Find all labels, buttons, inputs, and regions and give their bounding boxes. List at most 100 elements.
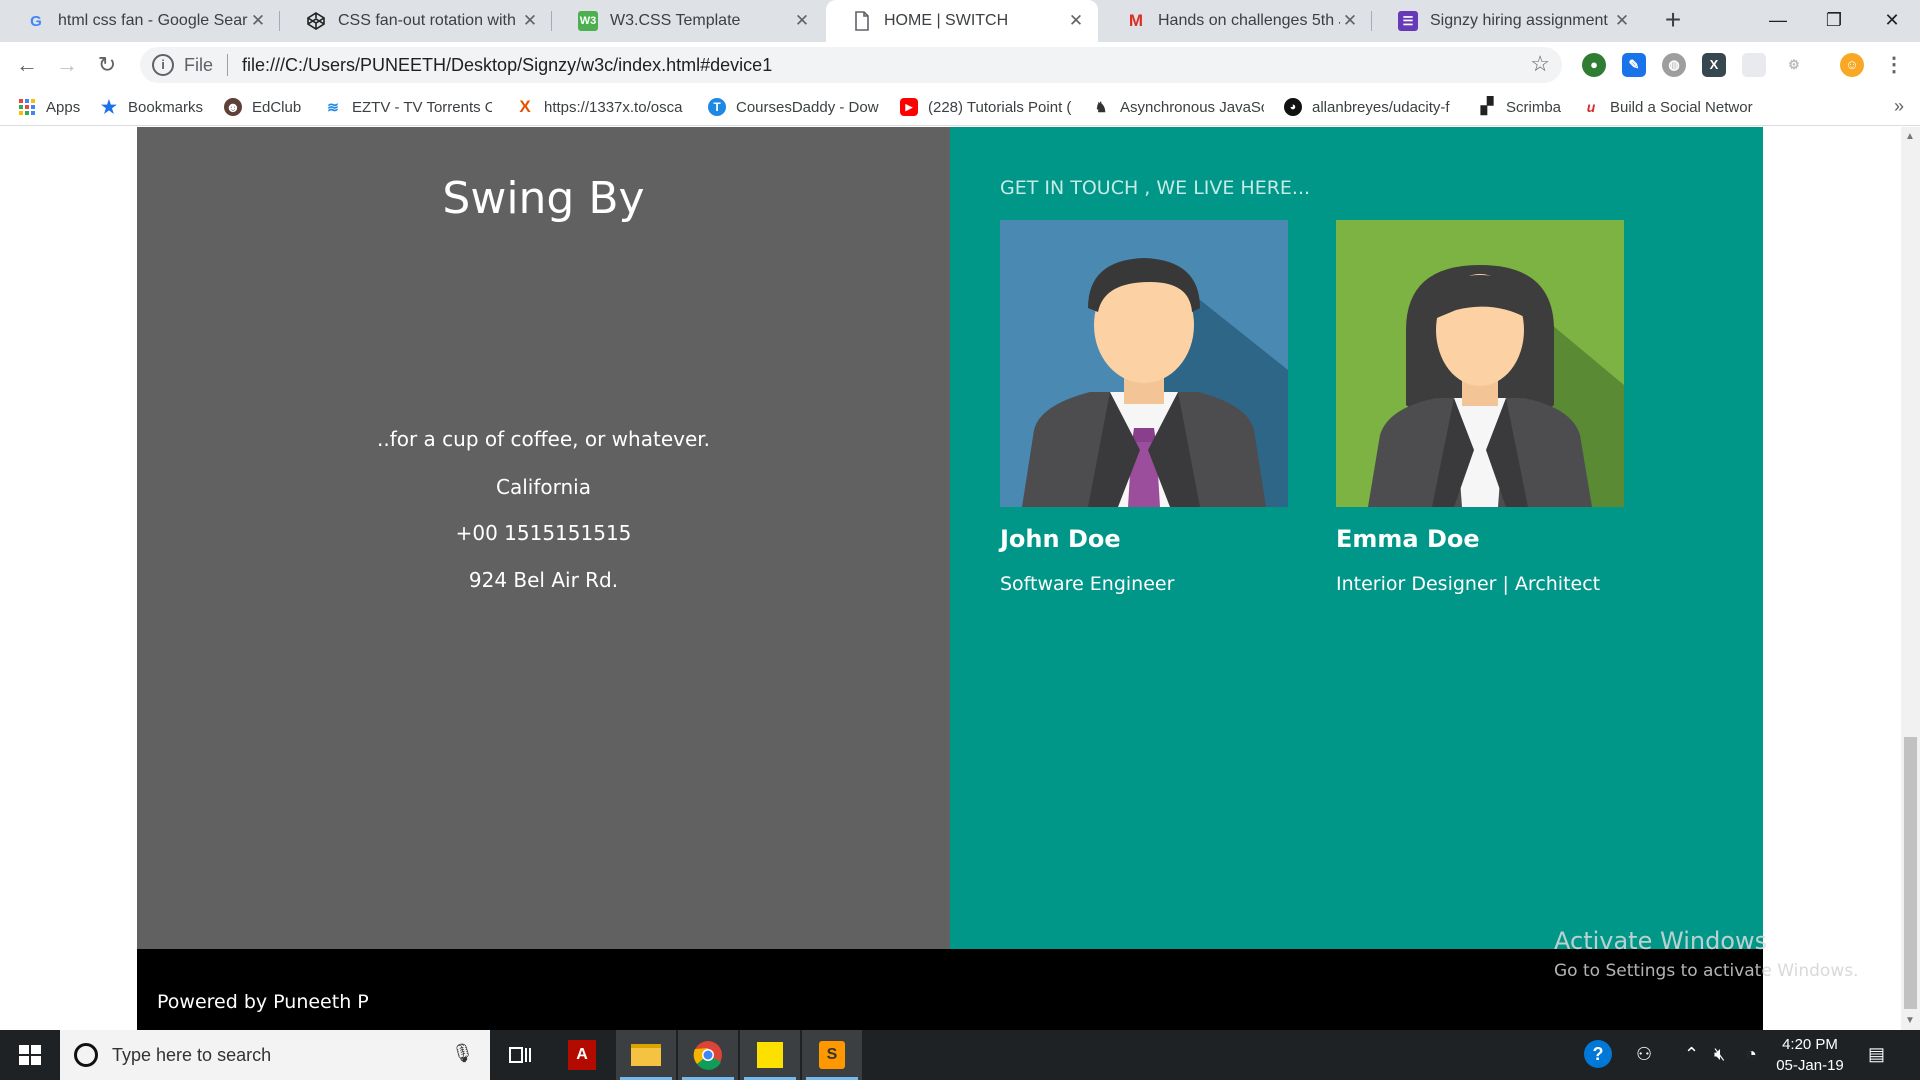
- x-icon: X: [519, 97, 531, 116]
- microphone-icon[interactable]: 🎙: [451, 1043, 474, 1064]
- start-button[interactable]: [0, 1030, 60, 1080]
- google-icon: G: [30, 12, 42, 30]
- github-icon: ◕: [1284, 98, 1302, 116]
- bookmark-label: Bookmarks: [128, 98, 204, 116]
- bookmark-label: Scrimba: [1506, 98, 1562, 116]
- people-icon[interactable]: ⚇: [1636, 1044, 1652, 1065]
- tab-strip: G html css fan - Google Search ✕ CSS fan…: [0, 0, 1920, 42]
- page-footer: Powered by Puneeth P: [137, 949, 1763, 1030]
- close-icon[interactable]: ✕: [248, 11, 268, 31]
- vertical-scrollbar[interactable]: ▲ ▼: [1901, 127, 1920, 1030]
- tab-gmail[interactable]: M Hands on challenges 5th JAN ✕: [1100, 0, 1372, 42]
- udemy-icon: u: [1586, 99, 1596, 115]
- bookmark-label: (228) Tutorials Point (: [928, 98, 1072, 116]
- tab-title: W3.CSS Template: [610, 12, 741, 29]
- extension-x-icon[interactable]: X: [1702, 53, 1726, 77]
- coursesdaddy-icon: T: [708, 98, 726, 116]
- tab-title: html css fan - Google Search: [58, 12, 248, 29]
- scrollbar-thumb[interactable]: [1904, 737, 1917, 1009]
- extension-web-icon[interactable]: ◍: [1662, 53, 1686, 77]
- chrome-icon[interactable]: [678, 1030, 738, 1080]
- reload-button[interactable]: ↻: [90, 48, 124, 82]
- star-icon: ★: [100, 97, 118, 117]
- gmail-icon: M: [1128, 11, 1144, 30]
- scrimba-icon: ▞: [1480, 98, 1494, 115]
- close-window-button[interactable]: ✕: [1864, 0, 1920, 42]
- tab-title: CSS fan-out rotation with bo: [338, 12, 520, 29]
- close-icon[interactable]: ✕: [1340, 11, 1360, 31]
- minimize-button[interactable]: —: [1750, 0, 1806, 42]
- swing-by-title: Swing By: [442, 173, 645, 224]
- person-role: Interior Designer | Architect: [1336, 573, 1601, 595]
- tab-google-search[interactable]: G html css fan - Google Search ✕: [0, 0, 280, 42]
- bookmark-edclub[interactable]: ☻ EdClub: [224, 96, 314, 118]
- close-icon[interactable]: ✕: [1612, 11, 1632, 31]
- bookmark-github-udacity[interactable]: ◕ allanbreyes/udacity-f: [1284, 96, 1456, 118]
- bookmark-tutorials-point[interactable]: ▶ (228) Tutorials Point (: [900, 96, 1072, 118]
- search-placeholder: Type here to search: [112, 1044, 272, 1065]
- extension-pen-icon[interactable]: ✎: [1622, 53, 1646, 77]
- task-view-icon[interactable]: [490, 1030, 550, 1080]
- bookmark-scrimba[interactable]: ▞ Scrimba: [1478, 96, 1574, 118]
- tab-w3css-template[interactable]: W3 W3.CSS Template ✕: [552, 0, 824, 42]
- bookmark-apps[interactable]: Apps: [18, 96, 80, 118]
- bookmark-1337x[interactable]: X https://1337x.to/osca: [516, 96, 688, 118]
- scroll-up-icon[interactable]: ▲: [1905, 131, 1915, 142]
- wifi-icon[interactable]: ◔: [1746, 1044, 1757, 1065]
- bookmark-label: EdClub: [252, 98, 302, 116]
- close-icon[interactable]: ✕: [792, 11, 812, 31]
- forward-button[interactable]: →: [50, 48, 84, 82]
- file-explorer-icon[interactable]: [616, 1030, 676, 1080]
- scheme-label: File: [184, 54, 214, 75]
- restore-button[interactable]: ❐: [1806, 0, 1862, 42]
- action-center-icon[interactable]: ▤: [1868, 1044, 1885, 1065]
- browser-toolbar: ← → ↻ i File file:///C:/Users/PUNEETH/De…: [0, 42, 1920, 88]
- extension-blank-icon[interactable]: [1742, 53, 1766, 77]
- address-bar[interactable]: i File file:///C:/Users/PUNEETH/Desktop/…: [140, 47, 1562, 83]
- close-icon[interactable]: ✕: [1066, 11, 1086, 31]
- sublime-text-icon[interactable]: S: [802, 1030, 862, 1080]
- contact-panel: GET IN TOUCH , WE LIVE HERE... John Doe …: [950, 127, 1763, 949]
- help-icon[interactable]: ?: [1584, 1040, 1612, 1068]
- bookmark-udemy[interactable]: u Build a Social Networ: [1582, 96, 1754, 118]
- extension-gear-icon[interactable]: ⚙: [1782, 53, 1806, 77]
- person-name: Emma Doe: [1336, 525, 1480, 553]
- tab-home-switch[interactable]: HOME | SWITCH ✕: [826, 0, 1098, 42]
- bookmark-eztv[interactable]: ≋ EZTV - TV Torrents O: [324, 96, 492, 118]
- profile-avatar-icon[interactable]: ☺: [1840, 53, 1864, 77]
- contact-phone: +00 1515151515: [455, 521, 632, 545]
- info-icon[interactable]: i: [152, 54, 174, 76]
- bookmark-star-icon[interactable]: ☆: [1530, 51, 1550, 77]
- tab-google-forms[interactable]: ☰ Signzy hiring assignment sub ✕: [1372, 0, 1644, 42]
- clock-date: 05-Jan-19: [1776, 1057, 1844, 1074]
- close-icon[interactable]: ✕: [520, 11, 540, 31]
- menu-kebab-icon[interactable]: ⋮: [1882, 53, 1906, 77]
- sticky-notes-icon[interactable]: [740, 1030, 800, 1080]
- new-tab-button[interactable]: +: [1656, 4, 1690, 38]
- tab-codepen[interactable]: CSS fan-out rotation with bo ✕: [280, 0, 552, 42]
- bookmark-label: allanbreyes/udacity-f: [1312, 98, 1450, 116]
- edclub-icon: ☻: [224, 98, 242, 116]
- watermark-title: Activate Windows: [1554, 927, 1768, 955]
- scroll-down-icon[interactable]: ▼: [1905, 1015, 1915, 1026]
- eztv-icon: ≋: [327, 99, 339, 115]
- extension-globe-icon[interactable]: ●: [1582, 53, 1606, 77]
- taskbar-search-box[interactable]: Type here to search 🎙: [60, 1030, 490, 1080]
- volume-muted-icon[interactable]: 🔇︎: [1714, 1044, 1725, 1065]
- bookmark-async-js[interactable]: ♞ Asynchronous JavaSc: [1092, 96, 1264, 118]
- windows-taskbar: Type here to search 🎙 A S ? ⚇ ⌃ 🔇︎ ◔ 4:2…: [0, 1030, 1920, 1080]
- acrobat-icon[interactable]: A: [552, 1030, 612, 1080]
- bookmark-label: https://1337x.to/osca: [544, 98, 683, 116]
- bookmark-label: CoursesDaddy - Dow: [736, 98, 879, 116]
- youtube-icon: ▶: [900, 98, 918, 116]
- bookmark-coursesdaddy[interactable]: T CoursesDaddy - Dow: [708, 96, 880, 118]
- back-button[interactable]: ←: [10, 48, 44, 82]
- chevron-up-icon[interactable]: ⌃: [1684, 1044, 1699, 1065]
- location-city: California: [496, 475, 591, 499]
- bookmarks-overflow-button[interactable]: »: [1894, 96, 1904, 117]
- bookmark-bookmarks[interactable]: ★ Bookmarks: [100, 96, 210, 118]
- bookmark-label: EZTV - TV Torrents O: [352, 98, 492, 116]
- watermark-subtitle: Go to Settings to activate Windows.: [1554, 961, 1859, 981]
- taskbar-clock[interactable]: 4:20 PM 05-Jan-19: [1760, 1034, 1860, 1076]
- url-text[interactable]: file:///C:/Users/PUNEETH/Desktop/Signzy/…: [242, 55, 772, 76]
